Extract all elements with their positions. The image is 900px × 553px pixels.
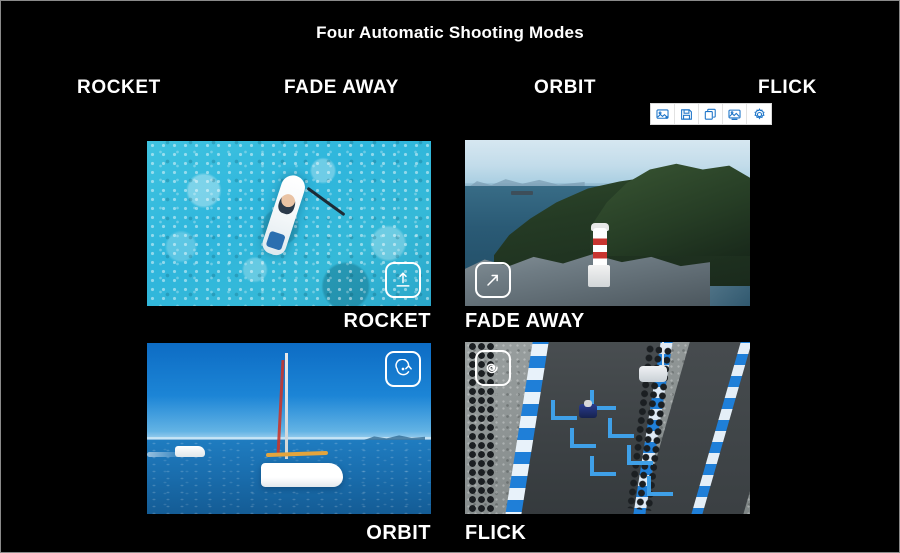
spiral-flick-icon [483,358,503,378]
image-toolbar[interactable] [650,103,772,125]
lighthouse-base [588,264,611,287]
diagonal-arrow-out-icon [483,270,503,290]
slide-canvas: Four Automatic Shooting Modes ROCKET FAD… [1,1,899,552]
gallery-photo-rocket[interactable] [147,141,431,306]
mode-label-row: ROCKET FADE AWAY ORBIT FLICK [1,77,899,105]
insert-image-icon [656,108,669,121]
gear-icon [753,107,766,121]
save-button[interactable] [675,104,699,124]
go-kart [579,399,597,418]
mode-label-fade-away: FADE AWAY [284,77,399,98]
settings-button[interactable] [747,104,771,124]
edit-image-button[interactable] [723,104,747,124]
rocket-launch-up-icon [393,270,413,290]
edit-image-icon [728,108,741,121]
sailboat-mast [284,353,288,460]
marshal-post [638,366,667,383]
track-chevron [607,417,634,438]
mode-label-rocket: ROCKET [77,77,161,98]
mode-badge-fade-away[interactable] [475,262,511,298]
mode-label-flick: FLICK [758,77,817,98]
lighthouse-tower [593,227,608,268]
copy-duplicate-icon [704,108,717,121]
mode-badge-flick[interactable] [475,350,511,386]
save-disk-icon [680,108,693,121]
caption-orbit: ORBIT [366,522,431,544]
duplicate-button[interactable] [699,104,723,124]
track-chevron [570,428,597,448]
orbit-circle-arrow-icon [393,359,413,379]
mode-label-orbit: ORBIT [534,77,597,98]
insert-image-button[interactable] [651,104,675,124]
sailboat-hull [260,462,343,487]
motorboat-shape [175,445,206,457]
track-chevron [590,455,617,476]
gallery-photo-flick[interactable] [465,342,750,514]
page-title: Four Automatic Shooting Modes [316,23,584,42]
track-chevron [627,445,654,466]
distant-ship [510,191,533,196]
mode-badge-orbit[interactable] [385,351,421,387]
gallery-photo-orbit[interactable] [147,343,431,514]
track-chevron [647,476,674,497]
gallery-photo-fade-away[interactable] [465,140,750,306]
track-chevron [550,400,577,421]
caption-rocket: ROCKET [343,310,431,332]
mode-badge-rocket[interactable] [385,262,421,298]
caption-fade-away: FADE AWAY [465,310,585,332]
caption-flick: FLICK [465,522,527,544]
